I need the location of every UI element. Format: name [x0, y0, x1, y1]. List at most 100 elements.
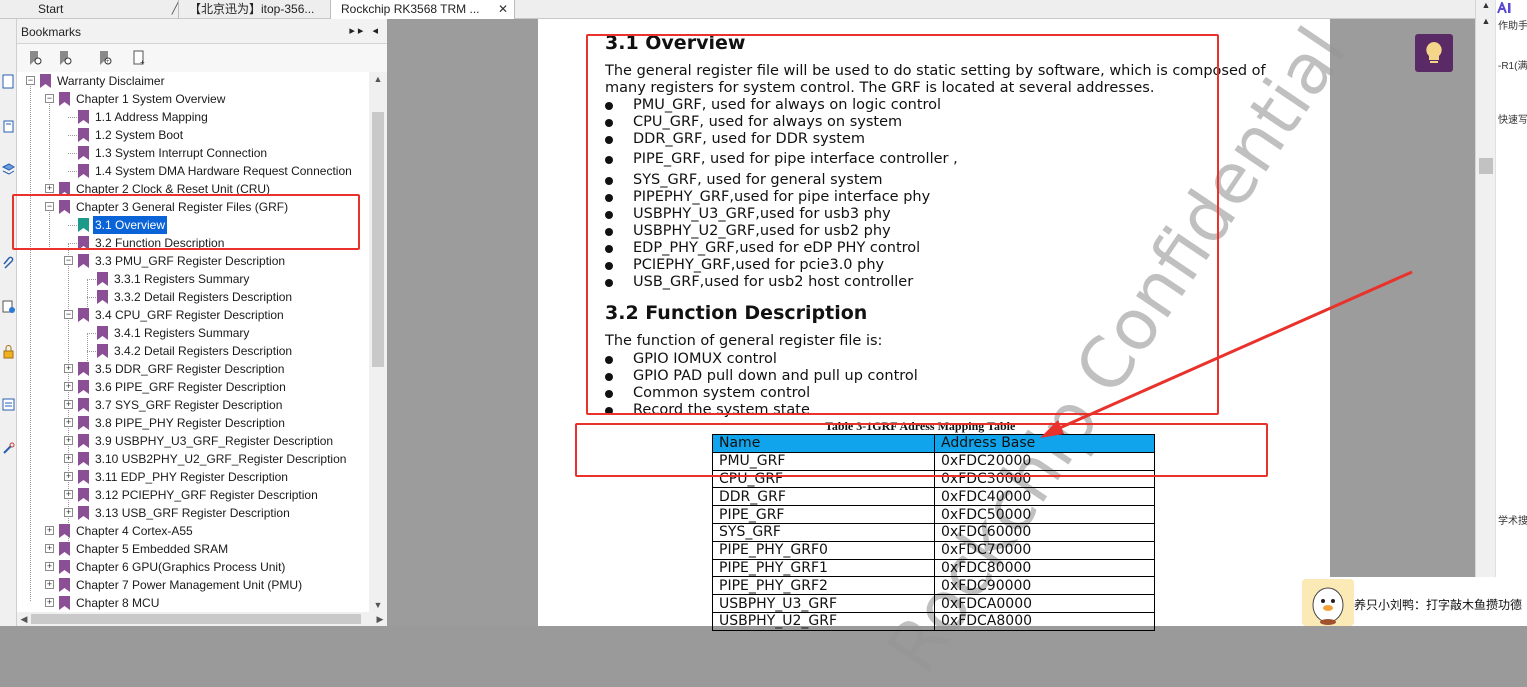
form-icon[interactable] [1, 397, 16, 412]
expand-icon[interactable]: + [64, 490, 73, 499]
tab-itop-manual[interactable]: 【北京迅为】itop-356... [178, 0, 328, 19]
bookmark-item[interactable]: +3.8 PIPE_PHY Register Description [17, 414, 369, 432]
side-text-2[interactable]: -R1(满血 [1498, 57, 1527, 72]
collapse-bookmark-icon[interactable] [57, 50, 73, 66]
add-bookmark-icon[interactable]: + [97, 50, 113, 66]
bookmark-item[interactable]: +3.13 USB_GRF Register Description [17, 504, 369, 522]
new-bookmark-icon[interactable]: + [131, 50, 147, 66]
bookmark-item[interactable]: 3.3.1 Registers Summary [17, 270, 369, 288]
side-text-1[interactable]: 作助手 [1498, 17, 1527, 32]
expand-icon[interactable]: + [64, 472, 73, 481]
bookmark-label: Chapter 4 Cortex-A55 [76, 524, 193, 538]
bookmark-label: 3.4.2 Detail Registers Description [114, 344, 293, 358]
bookmark-item[interactable]: − Chapter 1 System Overview [17, 90, 369, 108]
expand-icon[interactable]: + [45, 598, 54, 607]
bookmark-item[interactable]: +3.12 PCIEPHY_GRF Register Description [17, 486, 369, 504]
document-scroll-thumb[interactable] [1479, 158, 1493, 174]
document-vertical-scrollbar[interactable]: ▲ ▲ [1475, 0, 1495, 626]
notification-popup[interactable]: 养只小刘鸭：打字敲木鱼攒功德 [1300, 577, 1527, 626]
doc-scroll-up-icon[interactable]: ▲ [1476, 0, 1496, 10]
expand-icon[interactable]: + [45, 526, 54, 535]
doc-scroll-up-icon-2[interactable]: ▲ [1476, 16, 1496, 26]
bookmarks-hscroll-thumb[interactable] [31, 614, 361, 624]
bookmark-label: 3.4 CPU_GRF Register Description [95, 308, 284, 322]
bookmark-item[interactable]: +3.6 PIPE_GRF Register Description [17, 378, 369, 396]
expand-icon[interactable]: + [45, 562, 54, 571]
expand-icon[interactable]: + [45, 544, 54, 553]
bookmark-label: Chapter 1 System Overview [76, 92, 226, 106]
bookmark-label: 1.3 System Interrupt Connection [95, 146, 268, 160]
bookmark-item[interactable]: 3.4.2 Detail Registers Description [17, 342, 369, 360]
bookmark-label: 3.6 PIPE_GRF Register Description [95, 380, 286, 394]
bookmark-item[interactable]: 1.1 Address Mapping [17, 108, 369, 126]
scroll-up-icon[interactable]: ▲ [369, 72, 387, 86]
side-text-4[interactable]: 学术搜 [1498, 512, 1527, 527]
expand-icon[interactable]: + [64, 400, 73, 409]
bookmark-item[interactable]: 3.3.2 Detail Registers Description [17, 288, 369, 306]
tools-icon[interactable] [1, 441, 16, 456]
scroll-left-icon[interactable]: ◀ [17, 612, 31, 626]
table-row: PIPE_PHY_GRF0 0xFDC70000 [712, 540, 1155, 560]
ai-logo-icon [1497, 2, 1511, 14]
bookmark-icon [97, 270, 108, 288]
bookmarks-panel: Bookmarks ▸▸ ◂ + + − Warranty Disclaimer −… [17, 19, 387, 626]
bookmark-item[interactable]: +3.7 SYS_GRF Register Description [17, 396, 369, 414]
bookmark-item[interactable]: + Chapter 6 GPU(Graphics Process Unit) [17, 558, 369, 576]
side-text-3[interactable]: 快速写 [1498, 111, 1527, 126]
bookmark-item[interactable]: + Chapter 8 MCU [17, 594, 369, 612]
collapse-icon[interactable]: − [64, 310, 73, 319]
collapse-icon[interactable]: − [45, 94, 54, 103]
bookmark-item[interactable]: − 3.4 CPU_GRF Register Description [17, 306, 369, 324]
bookmark-label: 3.4.1 Registers Summary [114, 326, 250, 340]
expand-icon[interactable]: + [45, 184, 54, 193]
lock-icon[interactable] [1, 344, 16, 359]
bookmark-item[interactable]: +3.11 EDP_PHY Register Description [17, 468, 369, 486]
bookmark-icon [78, 126, 89, 144]
bookmark-item[interactable]: +3.9 USBPHY_U3_GRF_Register Description [17, 432, 369, 450]
collapse-panel-icon[interactable]: ▸▸ ◂ [349, 24, 381, 37]
collapse-icon[interactable]: − [64, 256, 73, 265]
table-cell-name: PIPE_PHY_GRF1 [712, 558, 935, 578]
bookmarks-header: Bookmarks ▸▸ ◂ [17, 19, 387, 44]
bookmark-item[interactable]: 1.4 System DMA Hardware Request Connecti… [17, 162, 369, 180]
pages-icon[interactable] [1, 119, 16, 134]
tab-itop-label: 【北京迅为】itop-356... [189, 2, 315, 16]
bookmarks-horizontal-scrollbar[interactable]: ◀ ▶ [17, 612, 387, 626]
expand-icon[interactable]: + [64, 436, 73, 445]
bookmarks-title: Bookmarks [21, 25, 82, 39]
layers-icon[interactable] [1, 162, 16, 177]
signature-icon[interactable] [1, 299, 16, 314]
close-tab-icon[interactable]: ✕ [496, 0, 510, 19]
bookmark-item[interactable]: 1.2 System Boot [17, 126, 369, 144]
scroll-right-icon[interactable]: ▶ [373, 612, 387, 626]
collapse-icon[interactable]: − [26, 76, 35, 85]
bookmark-item[interactable]: + Chapter 5 Embedded SRAM [17, 540, 369, 558]
expand-icon[interactable]: + [64, 364, 73, 373]
expand-bookmark-icon[interactable] [27, 50, 43, 66]
ai-assistant-button[interactable] [1415, 34, 1453, 72]
bookmark-icon [78, 378, 89, 396]
table-cell-name: SYS_GRF [712, 522, 935, 542]
bookmark-item[interactable]: − Warranty Disclaimer [17, 72, 369, 90]
bookmark-item[interactable]: + Chapter 4 Cortex-A55 [17, 522, 369, 540]
bookmark-item[interactable]: 3.4.1 Registers Summary [17, 324, 369, 342]
tab-start[interactable]: Start [0, 0, 178, 19]
bookmarks-vertical-scrollbar[interactable]: ▲ ▼ [369, 72, 387, 612]
expand-icon[interactable]: + [64, 508, 73, 517]
attachment-icon[interactable] [1, 256, 16, 271]
svg-text:+: + [106, 59, 110, 65]
scroll-down-icon[interactable]: ▼ [369, 598, 387, 612]
bookmarks-scroll-thumb[interactable] [372, 112, 384, 367]
tab-rk3568-trm[interactable]: Rockchip RK3568 TRM ... [330, 0, 515, 19]
bookmark-item[interactable]: − 3.3 PMU_GRF Register Description [17, 252, 369, 270]
expand-icon[interactable]: + [64, 454, 73, 463]
bookmark-item[interactable]: 1.3 System Interrupt Connection [17, 144, 369, 162]
tab-start-label: Start [38, 2, 64, 16]
bookmark-item[interactable]: + Chapter 7 Power Management Unit (PMU) [17, 576, 369, 594]
expand-icon[interactable]: + [64, 382, 73, 391]
page-thumbnails-icon[interactable] [1, 74, 16, 89]
bookmark-item[interactable]: +3.10 USB2PHY_U2_GRF_Register Descriptio… [17, 450, 369, 468]
bookmark-item[interactable]: +3.5 DDR_GRF Register Description [17, 360, 369, 378]
expand-icon[interactable]: + [64, 418, 73, 427]
expand-icon[interactable]: + [45, 580, 54, 589]
